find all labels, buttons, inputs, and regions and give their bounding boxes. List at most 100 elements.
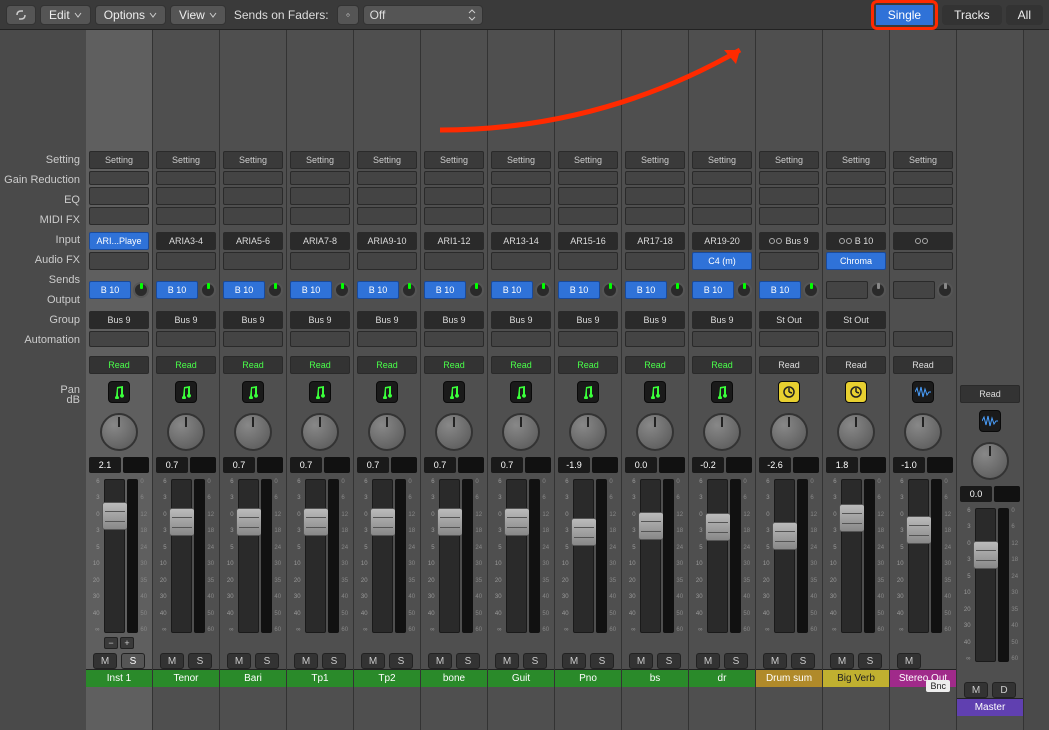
channel-name[interactable]: bs [622, 669, 688, 687]
db-value[interactable]: -1.9 [558, 457, 590, 473]
setting-button[interactable]: Setting [89, 151, 149, 169]
channel-strip[interactable]: SettingARIA7-8B 10Bus 9Read0.7 630351020… [287, 30, 354, 730]
channel-name[interactable]: bone [421, 669, 487, 687]
db-value[interactable]: 1.8 [826, 457, 858, 473]
audio-fx-slot[interactable] [156, 252, 216, 270]
fader-track[interactable] [372, 479, 393, 633]
solo-button[interactable]: S [188, 653, 212, 669]
output-slot[interactable]: Bus 9 [625, 311, 685, 329]
automation-mode[interactable]: Read [893, 356, 953, 374]
eq-slot[interactable] [692, 187, 752, 205]
midi-fx-slot[interactable] [625, 207, 685, 225]
fader-cap[interactable] [370, 508, 396, 536]
mute-button[interactable]: M [964, 682, 988, 698]
channel-name[interactable]: Bari [220, 669, 286, 687]
db-value[interactable]: 0.7 [491, 457, 523, 473]
fader-track[interactable] [104, 479, 125, 633]
fader-track[interactable] [238, 479, 259, 633]
group-slot[interactable] [826, 331, 886, 347]
group-slot[interactable] [491, 331, 551, 347]
fader-cap[interactable] [973, 541, 999, 569]
view-menu[interactable]: View [170, 5, 226, 25]
send-slot[interactable]: B 10 [491, 281, 533, 299]
group-slot[interactable] [893, 331, 953, 347]
automation-mode[interactable]: Read [491, 356, 551, 374]
solo-button[interactable]: S [724, 653, 748, 669]
pan-knob[interactable] [435, 413, 473, 451]
input-slot[interactable]: AR13-14 [491, 232, 551, 250]
mute-button[interactable]: M [227, 653, 251, 669]
automation-mode[interactable]: Read [960, 385, 1020, 403]
eq-slot[interactable] [357, 187, 417, 205]
channel-strip[interactable]: SettingRead-1.0 6303510203040∞ 061218243… [890, 30, 957, 730]
pan-knob[interactable] [569, 413, 607, 451]
input-slot[interactable]: ARI...Playe [89, 232, 149, 250]
edit-menu[interactable]: Edit [40, 5, 91, 25]
fader-cap[interactable] [504, 508, 530, 536]
pan-knob[interactable] [837, 413, 875, 451]
channel-strip[interactable]: SettingARI...PlayeB 10Bus 9Read2.1 63035… [86, 30, 153, 730]
setting-button[interactable]: Setting [491, 151, 551, 169]
input-slot[interactable] [893, 232, 953, 250]
db-value[interactable]: 0.7 [357, 457, 389, 473]
eq-slot[interactable] [893, 187, 953, 205]
channel-name[interactable]: Big Verb [823, 669, 889, 687]
pan-knob[interactable] [301, 413, 339, 451]
plus-button[interactable]: + [120, 637, 134, 649]
mute-button[interactable]: M [897, 653, 921, 669]
group-slot[interactable] [156, 331, 216, 347]
channel-strip[interactable]: SettingAR15-16B 10Bus 9Read-1.9 63035102… [555, 30, 622, 730]
midi-fx-slot[interactable] [424, 207, 484, 225]
group-slot[interactable] [625, 331, 685, 347]
group-slot[interactable] [692, 331, 752, 347]
mute-button[interactable]: M [160, 653, 184, 669]
send-slot[interactable]: B 10 [156, 281, 198, 299]
channel-strip[interactable]: SettingB 10ChromaSt OutRead1.8 630351020… [823, 30, 890, 730]
fader-cap[interactable] [705, 513, 731, 541]
output-slot[interactable]: St Out [826, 311, 886, 329]
solo-button[interactable]: S [456, 653, 480, 669]
db-value[interactable]: 2.1 [89, 457, 121, 473]
solo-button[interactable]: S [858, 653, 882, 669]
fader-cap[interactable] [571, 518, 597, 546]
fader-track[interactable] [171, 479, 192, 633]
fader-cap[interactable] [303, 508, 329, 536]
send-level-knob[interactable] [401, 282, 417, 298]
pan-knob[interactable] [368, 413, 406, 451]
output-slot[interactable]: Bus 9 [156, 311, 216, 329]
sends-on-faders-select[interactable]: Off [363, 5, 483, 25]
fader-track[interactable] [439, 479, 460, 633]
send-slot[interactable] [826, 281, 868, 299]
eq-slot[interactable] [625, 187, 685, 205]
fader-cap[interactable] [638, 512, 664, 540]
audio-fx-slot[interactable] [558, 252, 618, 270]
setting-button[interactable]: Setting [826, 151, 886, 169]
input-slot[interactable]: AR19-20 [692, 232, 752, 250]
minus-button[interactable]: − [104, 637, 118, 649]
midi-fx-slot[interactable] [223, 207, 283, 225]
fader-track[interactable] [506, 479, 527, 633]
eq-slot[interactable] [424, 187, 484, 205]
mute-button[interactable]: M [93, 653, 117, 669]
send-level-knob[interactable] [334, 282, 350, 298]
setting-button[interactable]: Setting [223, 151, 283, 169]
audio-fx-slot[interactable] [625, 252, 685, 270]
fader-cap[interactable] [437, 508, 463, 536]
solo-button[interactable]: S [389, 653, 413, 669]
db-value[interactable]: -2.6 [759, 457, 791, 473]
options-menu[interactable]: Options [95, 5, 166, 25]
audio-fx-slot[interactable]: Chroma [826, 252, 886, 270]
channel-name[interactable]: Tp1 [287, 669, 353, 687]
pan-knob[interactable] [100, 413, 138, 451]
fader-cap[interactable] [906, 516, 932, 544]
automation-mode[interactable]: Read [759, 356, 819, 374]
tracks-button[interactable]: Tracks [942, 5, 1002, 25]
automation-mode[interactable]: Read [692, 356, 752, 374]
fader-track[interactable] [841, 479, 862, 633]
setting-button[interactable]: Setting [156, 151, 216, 169]
db-value[interactable]: 0.7 [156, 457, 188, 473]
fader-track[interactable] [908, 479, 929, 633]
output-slot[interactable]: Bus 9 [223, 311, 283, 329]
mute-button[interactable]: M [361, 653, 385, 669]
group-slot[interactable] [424, 331, 484, 347]
